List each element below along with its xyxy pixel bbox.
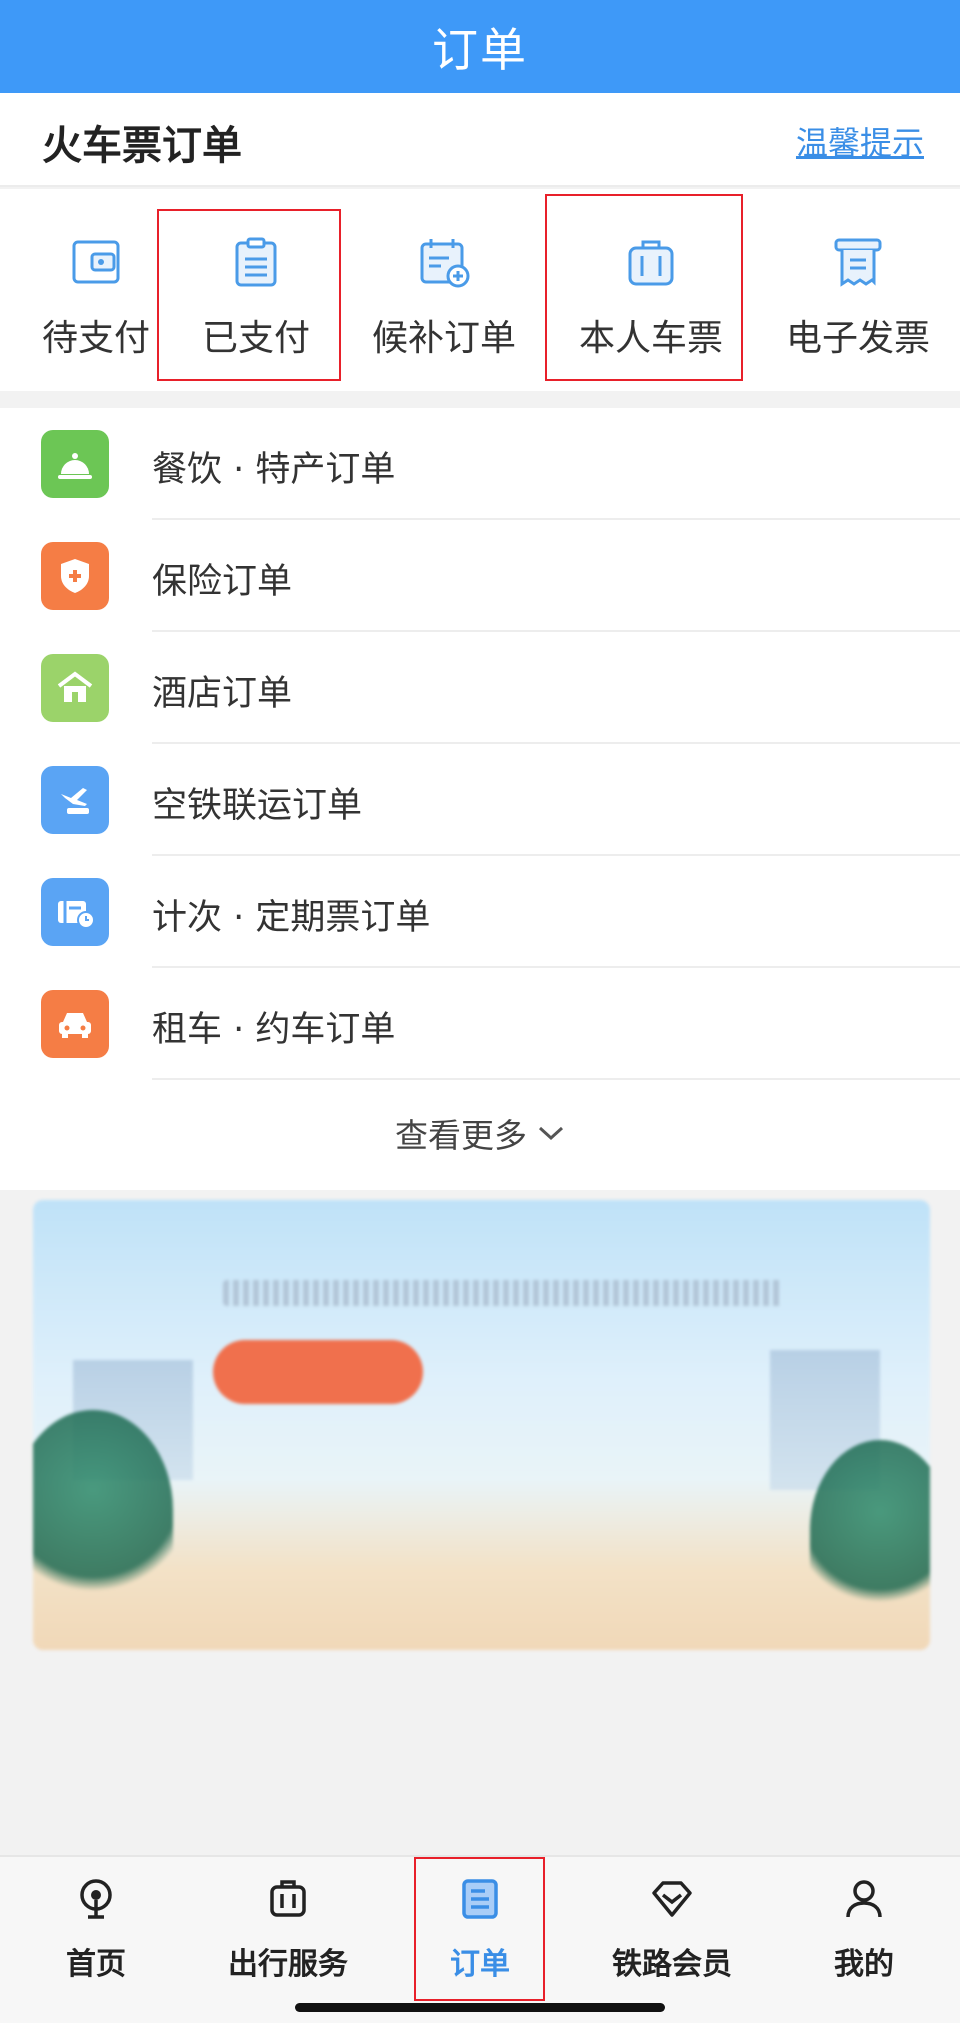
list-item-car-rental[interactable]: 租车 · 约车订单 (0, 968, 960, 1080)
highlight-box-orders-tab (414, 1857, 545, 2001)
tab-travel-services[interactable]: 出行服务 (192, 1857, 384, 2007)
app-header: 订单 (0, 0, 960, 93)
highlight-box-paid (157, 209, 341, 381)
section-title: 火车票订单 (42, 123, 242, 169)
home-indicator[interactable] (295, 2003, 665, 2012)
page-title: 订单 (432, 22, 528, 77)
luggage-icon (270, 1880, 306, 1917)
ticket-clock-icon (41, 878, 109, 946)
tab-railway-membership[interactable]: 铁路会员 (576, 1857, 768, 2007)
tab-profile[interactable]: 我的 (768, 1857, 960, 2007)
tab-label: 我的 (834, 1947, 894, 1982)
tab-label: 出行服务 (228, 1947, 348, 1982)
quick-action-label: 候补订单 (371, 318, 516, 359)
quick-action-waitlist[interactable]: 候补订单 (348, 189, 540, 391)
tab-label: 铁路会员 (612, 1947, 732, 1982)
banner-badge (213, 1340, 423, 1404)
list-item-label: 计次 · 定期票订单 (152, 898, 431, 938)
list-item-label: 保险订单 (152, 562, 293, 602)
bottom-tab-bar: 首页 出行服务 订单 铁路会员 我的 (0, 1855, 960, 2023)
diamond-icon (652, 1881, 692, 1917)
calendar-plus-icon (420, 239, 470, 288)
show-more-button[interactable]: 查看更多 (0, 1075, 960, 1190)
chevron-down-icon (538, 1126, 564, 1140)
dining-bell-icon (41, 430, 109, 498)
person-icon (846, 1880, 882, 1918)
banner-blurred-subtitle (223, 1280, 783, 1306)
list-item-dining-specialty[interactable]: 餐饮 · 特产订单 (0, 408, 960, 520)
plane-train-icon (41, 766, 109, 834)
other-orders-list: 餐饮 · 特产订单 保险订单 酒店订单 空铁联运订单 计次 · 定期票订单 租车 (0, 408, 960, 1190)
receipt-icon (834, 238, 882, 287)
list-item-hotel[interactable]: 酒店订单 (0, 632, 960, 744)
list-item-periodic-ticket[interactable]: 计次 · 定期票订单 (0, 856, 960, 968)
show-more-label: 查看更多 (395, 1115, 527, 1155)
train-order-section-header: 火车票订单 温馨提示 (0, 93, 960, 187)
list-item-air-rail[interactable]: 空铁联运订单 (0, 744, 960, 856)
home-train-icon (80, 1879, 112, 1919)
wallet-icon (72, 240, 120, 284)
quick-action-e-invoice[interactable]: 电子发票 (762, 189, 954, 391)
hotel-icon (41, 654, 109, 722)
tab-home[interactable]: 首页 (0, 1857, 192, 2007)
list-item-insurance[interactable]: 保险订单 (0, 520, 960, 632)
list-item-label: 酒店订单 (152, 674, 293, 714)
tips-link[interactable]: 温馨提示 (796, 118, 924, 164)
car-icon (41, 990, 109, 1058)
shield-plus-icon (41, 542, 109, 610)
promo-banner[interactable] (33, 1200, 930, 1650)
list-item-label: 空铁联运订单 (152, 786, 363, 826)
list-item-label: 餐饮 · 特产订单 (152, 450, 396, 490)
tab-label: 首页 (66, 1947, 126, 1982)
list-item-label: 租车 · 约车订单 (152, 1010, 396, 1050)
quick-action-label: 电子发票 (785, 318, 930, 359)
train-order-quick-actions: 待支付 已支付 候补订单 本人车票 电子发票 (0, 189, 960, 391)
highlight-box-own-tickets (545, 194, 743, 381)
